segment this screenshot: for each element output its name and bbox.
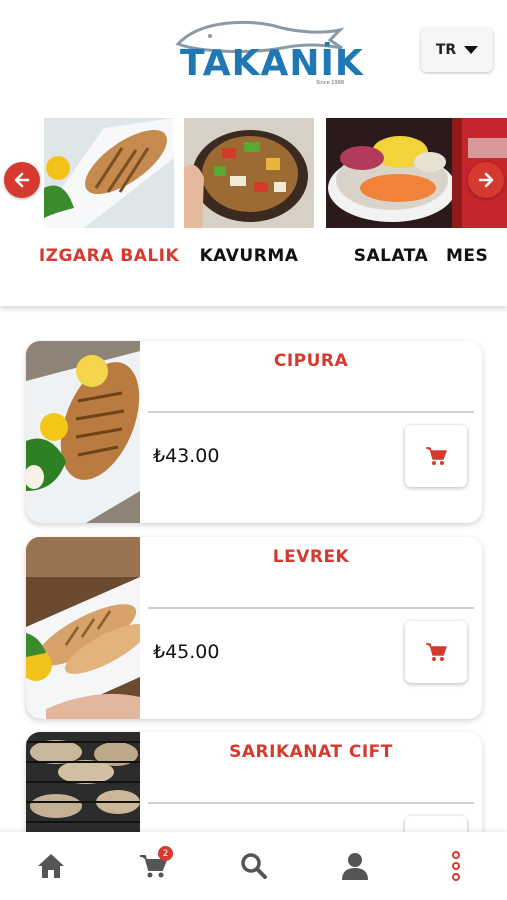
cart-icon (426, 643, 447, 661)
caret-down-icon (464, 46, 479, 54)
nav-home[interactable] (33, 850, 69, 882)
category-carousel: IZGARA BALIK KAVURMA SALATA MES (0, 110, 507, 306)
add-to-cart-button[interactable] (405, 621, 467, 683)
user-icon (342, 853, 368, 880)
home-icon (38, 854, 64, 878)
salad-image (326, 118, 456, 228)
nav-cart[interactable]: 2 (135, 846, 173, 882)
product-image (26, 341, 140, 523)
add-to-cart-button[interactable] (405, 425, 467, 487)
product-card-levrek[interactable]: LEVREK ₺45.00 (26, 537, 482, 719)
product-image (26, 537, 140, 719)
product-name: CIPURA (273, 351, 349, 371)
kavurma-image (184, 118, 314, 228)
bottom-nav: 2 (0, 832, 507, 900)
more-icon (452, 851, 460, 881)
divider (148, 802, 474, 804)
brand-name: TAKANİK (180, 43, 364, 84)
product-name: LEVREK (272, 547, 350, 567)
search-icon (241, 853, 267, 879)
cart-icon (426, 447, 447, 465)
divider (148, 411, 474, 413)
grilled-fish-image (44, 118, 174, 228)
language-selector[interactable]: TR (421, 28, 493, 72)
carousel-next-button[interactable] (468, 162, 504, 198)
category-grilled-fish[interactable]: IZGARA BALIK (39, 118, 179, 284)
nav-profile[interactable] (337, 850, 373, 882)
category-mesrubat[interactable]: MES (446, 118, 507, 284)
product-price: ₺43.00 (153, 445, 220, 467)
category-kavurma[interactable]: KAVURMA (184, 118, 314, 284)
language-label: TR (435, 42, 457, 58)
brand-since: Since 1998 (316, 80, 344, 86)
product-price: ₺45.00 (153, 641, 220, 663)
arrow-right-icon (478, 172, 494, 188)
arrow-left-icon (14, 172, 30, 188)
category-salata[interactable]: SALATA (326, 118, 456, 284)
product-card-cipura[interactable]: CIPURA ₺43.00 (26, 341, 482, 523)
category-label: MES (446, 246, 489, 266)
cart-count-badge: 2 (158, 846, 173, 861)
header: TAKANİK Since 1998 TR (0, 0, 507, 110)
nav-search[interactable] (236, 850, 272, 882)
carousel-prev-button[interactable] (4, 162, 40, 198)
nav-more[interactable] (438, 850, 474, 882)
product-name: SARIKANAT CIFT (229, 742, 393, 762)
divider (148, 607, 474, 609)
brand-logo: TAKANİK Since 1998 (170, 14, 363, 86)
